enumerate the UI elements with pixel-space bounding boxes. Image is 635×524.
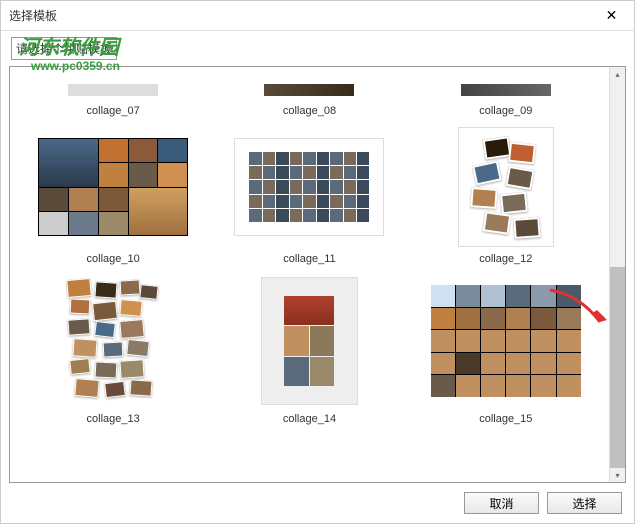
template-item-14[interactable]: collage_14 — [226, 275, 392, 425]
template-item-07[interactable]: collage_07 — [30, 67, 196, 117]
title-bar: 选择模板 ✕ — [1, 1, 634, 31]
template-label: collage_12 — [479, 253, 532, 265]
template-thumb — [431, 275, 581, 407]
template-item-12[interactable]: collage_12 — [423, 127, 589, 265]
template-thumb — [38, 275, 188, 407]
template-thumb — [234, 127, 384, 247]
close-button[interactable]: ✕ — [589, 1, 634, 31]
dialog-window: 选择模板 ✕ 请选择个拼贴模板 河东软件园 www.pc0359.cn coll… — [0, 0, 635, 524]
instruction-text: 请选择个拼贴模板 — [11, 37, 117, 60]
template-thumb — [431, 127, 581, 247]
dialog-footer: 取消 选择 — [1, 483, 634, 523]
template-label: collage_15 — [479, 413, 532, 425]
template-label: collage_07 — [87, 105, 140, 117]
template-thumb — [234, 81, 384, 99]
header-area: 请选择个拼贴模板 河东软件园 www.pc0359.cn — [1, 31, 634, 66]
template-item-13[interactable]: collage_13 — [30, 275, 196, 425]
template-item-10[interactable]: collage_10 — [30, 127, 196, 265]
template-grid: collage_07 collage_08 collage_09 — [30, 67, 589, 425]
template-label: collage_09 — [479, 105, 532, 117]
dialog-title: 选择模板 — [9, 7, 57, 24]
scroll-up-arrow-icon[interactable]: ▴ — [610, 67, 625, 81]
close-icon: ✕ — [606, 7, 618, 24]
template-label: collage_10 — [87, 253, 140, 265]
vertical-scrollbar[interactable]: ▴ ▾ — [609, 67, 625, 482]
template-label: collage_08 — [283, 105, 336, 117]
template-item-08[interactable]: collage_08 — [226, 67, 392, 117]
template-label: collage_11 — [283, 253, 335, 265]
template-thumb — [431, 81, 581, 99]
scrollbar-track[interactable] — [610, 81, 625, 468]
select-button[interactable]: 选择 — [547, 492, 622, 514]
template-item-09[interactable]: collage_09 — [423, 67, 589, 117]
template-item-15[interactable]: collage_15 — [423, 275, 589, 425]
template-grid-scroll[interactable]: collage_07 collage_08 collage_09 — [10, 67, 609, 482]
cancel-button[interactable]: 取消 — [464, 492, 539, 514]
scrollbar-thumb[interactable] — [610, 267, 625, 468]
template-thumb — [38, 81, 188, 99]
template-item-11[interactable]: collage_11 — [226, 127, 392, 265]
template-label: collage_13 — [87, 413, 140, 425]
scroll-down-arrow-icon[interactable]: ▾ — [610, 468, 625, 482]
template-label: collage_14 — [283, 413, 336, 425]
template-thumb — [234, 275, 384, 407]
template-thumb — [38, 127, 188, 247]
content-wrapper: collage_07 collage_08 collage_09 — [9, 66, 626, 483]
